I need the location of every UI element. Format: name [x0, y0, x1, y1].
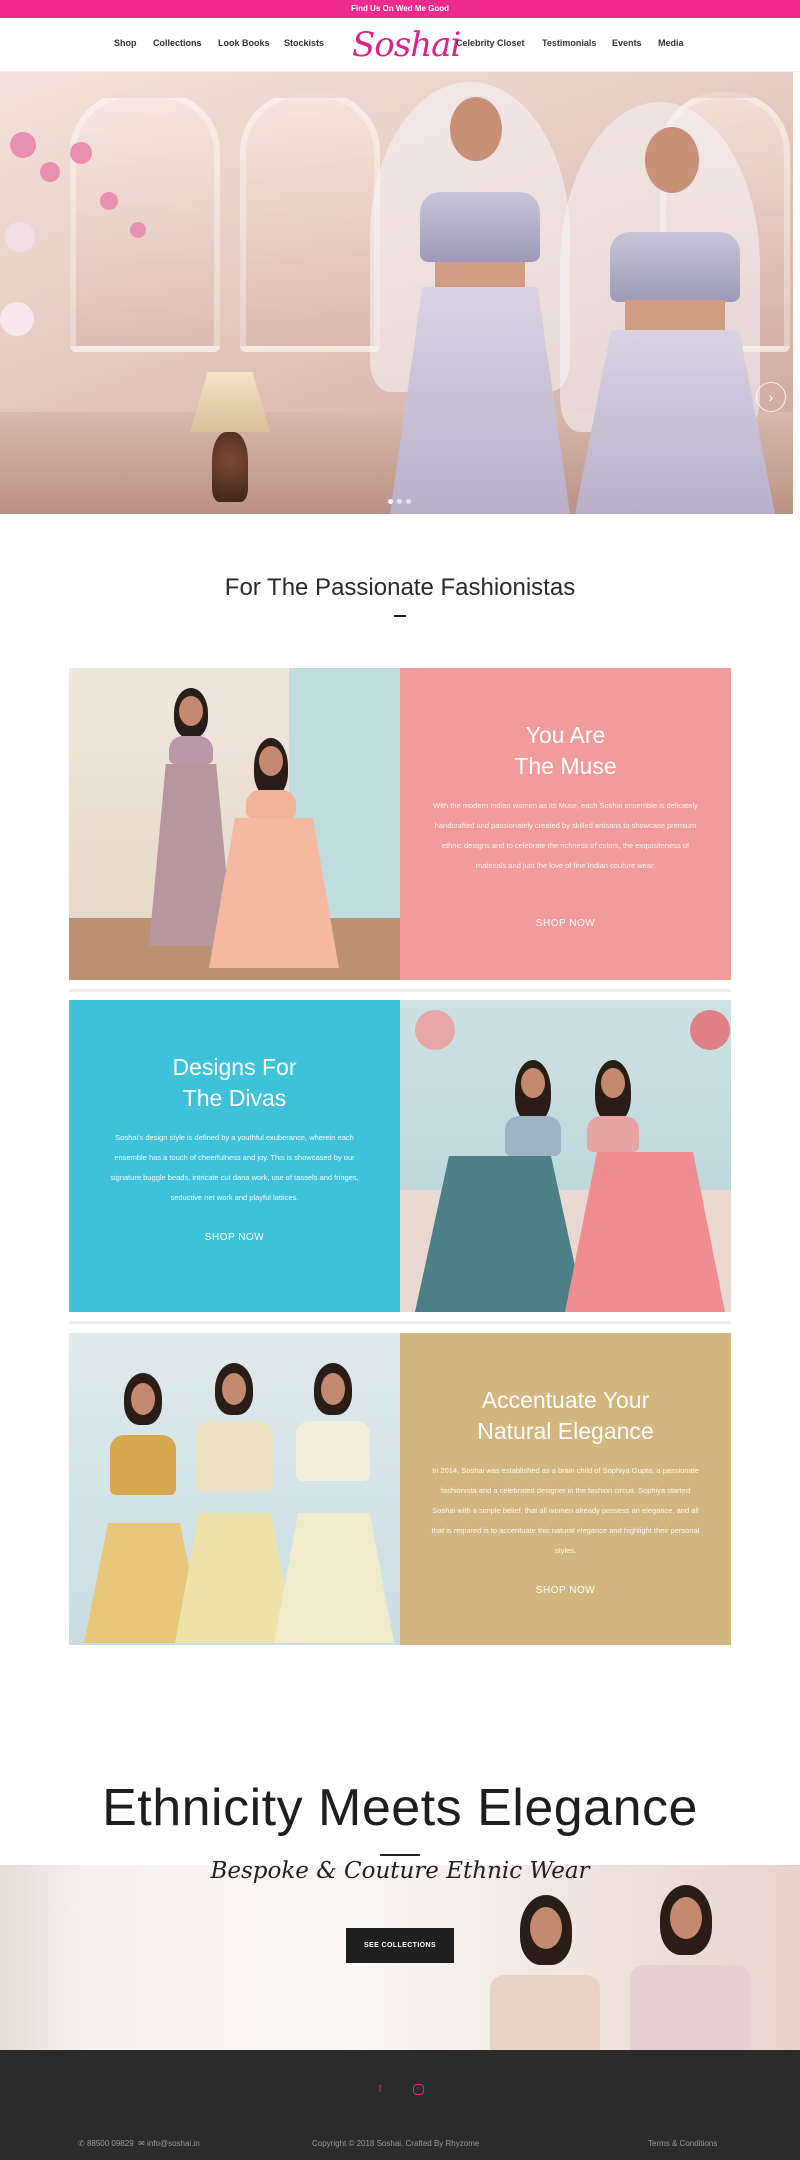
divas-heading-line2: The Divas: [182, 1085, 287, 1111]
footer-copyright: Copyright © 2018 Soshai. Crafted By Rhyz…: [312, 2139, 480, 2148]
divas-shop-now-button[interactable]: SHOP NOW: [69, 1232, 400, 1243]
tagline-divider: [380, 1854, 420, 1856]
hero-pagination: [388, 491, 415, 504]
muse-shop-now-button[interactable]: SHOP NOW: [400, 918, 731, 929]
tagline-script: Bespoke & Couture Ethnic Wear: [210, 1858, 590, 1884]
feature-card-elegance: Accentuate Your Natural Elegance In 2014…: [69, 1333, 731, 1645]
nav-shop[interactable]: Shop: [114, 38, 137, 48]
blossom: [5, 222, 35, 252]
footer-terms-link[interactable]: Terms & Conditions: [648, 2139, 717, 2148]
feature-card-muse: You Are The Muse With the modern Indian …: [69, 668, 731, 980]
elegance-heading-line1: Accentuate Your: [481, 1387, 650, 1413]
elegance-heading-line2: Natural Elegance: [477, 1418, 654, 1444]
divas-image[interactable]: [400, 1000, 731, 1312]
see-collections-button[interactable]: SEE COLLECTIONS: [346, 1928, 454, 1963]
card-divider: [69, 989, 731, 992]
title-divider: [394, 615, 406, 617]
muse-image[interactable]: [69, 668, 400, 980]
lamp-base: [212, 432, 248, 502]
nav-testimonials[interactable]: Testimonials: [542, 38, 596, 48]
blossom: [40, 162, 60, 182]
facebook-icon[interactable]: f: [373, 2083, 387, 2097]
muse-heading-line1: You Are: [525, 722, 606, 748]
blossom: [10, 132, 36, 158]
hero-next-arrow[interactable]: ›: [756, 382, 786, 412]
muse-text-panel: You Are The Muse With the modern Indian …: [400, 668, 731, 980]
soshai-logo[interactable]: Soshai: [352, 23, 461, 67]
nav-media[interactable]: Media: [658, 38, 684, 48]
banner-carving: [0, 1865, 80, 2050]
hero-slider[interactable]: ›: [0, 72, 793, 514]
card-divider: [69, 1321, 731, 1324]
blossom: [70, 142, 92, 164]
elegance-shop-now-button[interactable]: SHOP NOW: [400, 1585, 731, 1596]
blossom: [0, 302, 34, 336]
announcement-text[interactable]: Find Us On Wed Me Good: [351, 4, 449, 13]
divas-heading-line1: Designs For: [172, 1054, 297, 1080]
nav-collections[interactable]: Collections: [153, 38, 202, 48]
feature-card-divas: Designs For The Divas Soshai's design st…: [69, 1000, 731, 1312]
hero-dot[interactable]: [397, 499, 402, 504]
nav-stockists[interactable]: Stockists: [284, 38, 324, 48]
announcement-bar[interactable]: Find Us On Wed Me Good: [0, 0, 800, 18]
muse-heading-line2: The Muse: [514, 753, 617, 779]
nav-events[interactable]: Events: [612, 38, 642, 48]
hero-dot[interactable]: [406, 499, 411, 504]
lamp-shade: [190, 372, 270, 432]
hero-wall-panel: [70, 92, 220, 352]
footer-phone[interactable]: 88500 09829: [87, 2139, 134, 2148]
nav-celebrity-closet[interactable]: Celebrity Closet: [456, 38, 525, 48]
hero-dot[interactable]: [388, 499, 393, 504]
blossom: [100, 192, 118, 210]
divas-text-panel: Designs For The Divas Soshai's design st…: [69, 1000, 400, 1312]
blossom: [130, 222, 146, 238]
nav-look-books[interactable]: Look Books: [218, 38, 270, 48]
intro-title: For The Passionate Fashionistas: [224, 574, 576, 601]
mail-icon: ✉: [138, 2139, 145, 2148]
footer-email[interactable]: info@soshai.in: [147, 2139, 200, 2148]
main-nav: Shop Collections Look Books Stockists So…: [0, 18, 800, 72]
hero-wall-panel: [240, 92, 380, 352]
tagline-title: Ethnicity Meets Elegance: [102, 1779, 698, 1837]
divas-description: Soshai's design style is defined by a yo…: [110, 1133, 359, 1202]
whatsapp-icon: ✆: [78, 2139, 85, 2148]
chevron-right-icon: ›: [768, 389, 774, 405]
footer-contact: ✆ 88500 09829 ✉ info@soshai.in: [78, 2139, 200, 2148]
elegance-text-panel: Accentuate Your Natural Elegance In 2014…: [400, 1333, 731, 1645]
muse-description: With the modern Indian women as its Muse…: [433, 801, 698, 870]
elegance-image[interactable]: [69, 1333, 400, 1645]
instagram-icon[interactable]: ○: [413, 2084, 424, 2095]
elegance-description: In 2014, Soshai was established as a bra…: [431, 1466, 700, 1555]
